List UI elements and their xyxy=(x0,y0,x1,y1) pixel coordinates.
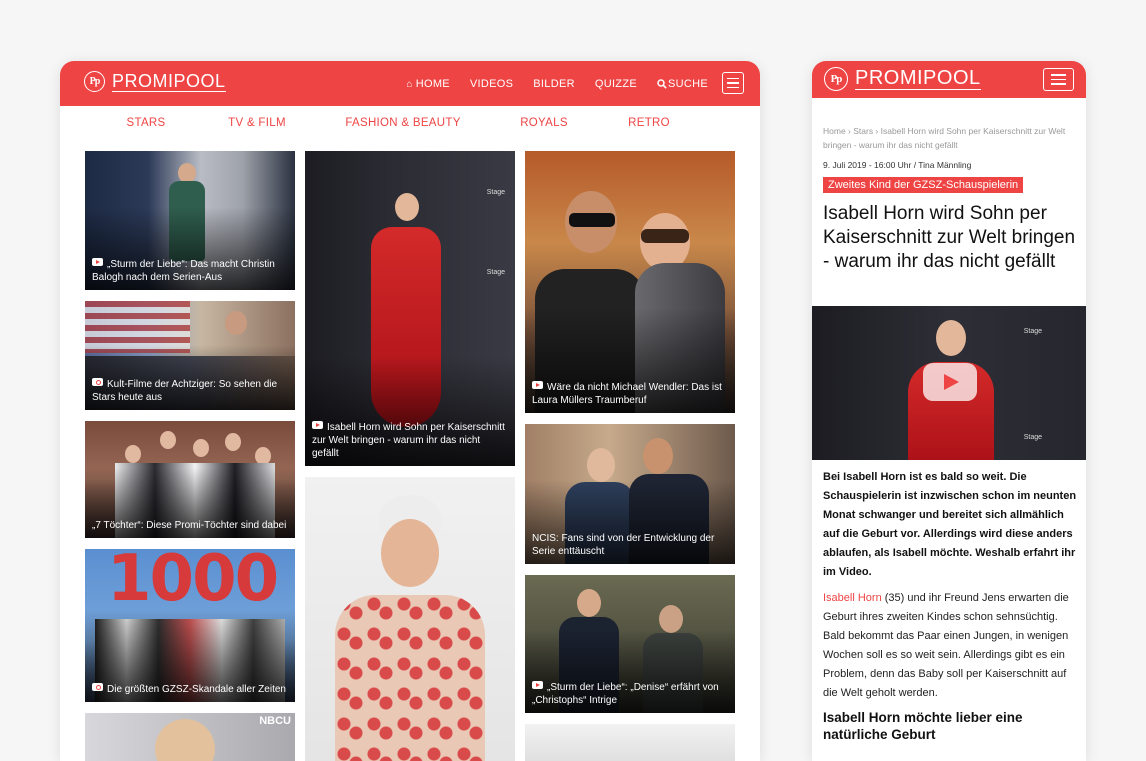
article-image xyxy=(305,477,515,761)
article-meta: 9. Juli 2019 - 16:00 Uhr / Tina Männling xyxy=(823,160,972,170)
stage-logo-text: Stage xyxy=(1023,434,1042,441)
desktop-preview: Pp PROMIPOOL ⌂ HOME VIDEOS BILDER QUIZZE … xyxy=(60,61,760,761)
article-image xyxy=(525,724,735,761)
article-body-text: (35) und ihr Freund Jens erwarten die Ge… xyxy=(823,592,1069,699)
thousand-graphic: 1000 xyxy=(107,549,279,616)
article-title: Kult-Filme der Achtziger: So sehen die S… xyxy=(92,379,278,403)
breadcrumb[interactable]: Home › Stars › Isabell Horn wird Sohn pe… xyxy=(823,124,1075,152)
category-retro[interactable]: RETRO xyxy=(628,117,670,129)
video-icon xyxy=(532,681,543,689)
article-card[interactable]: NCIS: Fans sind von der Entwicklung der … xyxy=(525,424,735,564)
article-card[interactable]: „Sturm der Liebe“: „Denise“ erfährt von … xyxy=(525,575,735,713)
category-nav: STARS TV & FILM FASHION & BEAUTY ROYALS … xyxy=(60,117,760,133)
article-caption: „Sturm der Liebe“: Das macht Christin Ba… xyxy=(92,258,289,284)
mobile-preview: Pp PROMIPOOL Home › Stars › Isabell Horn… xyxy=(812,61,1086,761)
camera-icon xyxy=(92,378,103,386)
article-title: Isabell Horn wird Sohn per Kaiserschnitt… xyxy=(312,422,505,459)
article-caption: Isabell Horn wird Sohn per Kaiserschnitt… xyxy=(312,421,509,460)
article-title: Die größten GZSZ-Skandale aller Zeiten xyxy=(107,684,286,695)
category-stars[interactable]: STARS xyxy=(127,117,166,129)
article-card[interactable]: 1000 Die größten GZSZ-Skandale aller Zei… xyxy=(85,549,295,702)
desktop-header: Pp PROMIPOOL ⌂ HOME VIDEOS BILDER QUIZZE … xyxy=(60,61,760,106)
article-card-featured[interactable]: Stage Stage Isabell Horn wird Sohn per K… xyxy=(305,151,515,466)
category-tv-film[interactable]: TV & FILM xyxy=(228,117,286,129)
logo-mark-icon: Pp xyxy=(824,67,848,91)
play-button-icon[interactable] xyxy=(923,363,977,401)
article-image: NBCU xyxy=(85,713,295,761)
nav-search[interactable]: SUCHE xyxy=(657,78,708,90)
home-icon: ⌂ xyxy=(406,78,413,90)
article-title: „Sturm der Liebe“: „Denise“ erfährt von … xyxy=(532,682,719,706)
nav-home-label: HOME xyxy=(415,78,450,90)
mobile-header: Pp PROMIPOOL xyxy=(812,61,1086,98)
nav-bilder[interactable]: BILDER xyxy=(533,78,575,90)
nbc-logo-text: NBCU xyxy=(259,715,291,727)
article-title: Wäre da nicht Michael Wendler: Das ist L… xyxy=(532,382,722,406)
logo-text: PROMIPOOL xyxy=(855,67,981,90)
logo-mark-icon: Pp xyxy=(84,71,105,92)
article-card[interactable] xyxy=(525,724,735,761)
camera-icon xyxy=(92,683,103,691)
article-caption: Wäre da nicht Michael Wendler: Das ist L… xyxy=(532,381,729,407)
site-logo[interactable]: Pp PROMIPOOL xyxy=(84,71,226,92)
article-caption: „7 Töchter“: Diese Promi-Töchter sind da… xyxy=(92,519,289,532)
article-caption: NCIS: Fans sind von der Entwicklung der … xyxy=(532,532,729,558)
video-player[interactable]: Stage Stage xyxy=(812,306,1086,460)
stage-logo-text: Stage xyxy=(486,189,505,196)
article-card[interactable]: „Sturm der Liebe“: Das macht Christin Ba… xyxy=(85,151,295,290)
article-card[interactable]: NBCU xyxy=(85,713,295,761)
article-card-featured[interactable] xyxy=(305,477,515,761)
nav-quizze[interactable]: QUIZZE xyxy=(595,78,637,90)
article-card[interactable]: Wäre da nicht Michael Wendler: Das ist L… xyxy=(525,151,735,413)
nav-videos[interactable]: VIDEOS xyxy=(470,78,513,90)
video-icon xyxy=(92,258,103,266)
article-title: „Sturm der Liebe“: Das macht Christin Ba… xyxy=(92,259,275,283)
article-body: Isabell Horn (35) und ihr Freund Jens er… xyxy=(823,589,1079,703)
stage-logo-text: Stage xyxy=(1023,328,1042,335)
article-title: NCIS: Fans sind von der Entwicklung der … xyxy=(532,533,715,557)
article-kicker: Zweites Kind der GZSZ-Schauspielerin xyxy=(823,177,1024,193)
menu-button[interactable] xyxy=(1043,68,1074,91)
article-card[interactable]: „7 Töchter“: Diese Promi-Töchter sind da… xyxy=(85,421,295,538)
article-caption: Die größten GZSZ-Skandale aller Zeiten xyxy=(92,683,289,696)
article-card[interactable]: Kult-Filme der Achtziger: So sehen die S… xyxy=(85,301,295,410)
stage-logo-text: Stage xyxy=(486,269,505,276)
logo-text: PROMIPOOL xyxy=(112,70,226,92)
article-subheading: Isabell Horn möchte lieber eine natürlic… xyxy=(823,710,1023,742)
menu-button[interactable] xyxy=(722,72,744,94)
category-fashion-beauty[interactable]: FASHION & BEAUTY xyxy=(345,117,460,129)
main-nav: ⌂ HOME VIDEOS BILDER QUIZZE SUCHE xyxy=(406,78,708,90)
site-logo[interactable]: Pp PROMIPOOL xyxy=(824,67,981,91)
article-caption: „Sturm der Liebe“: „Denise“ erfährt von … xyxy=(532,681,729,707)
video-icon xyxy=(312,421,323,429)
article-title: „7 Töchter“: Diese Promi-Töchter sind da… xyxy=(92,520,287,531)
search-icon xyxy=(657,79,667,89)
article-headline: Isabell Horn wird Sohn per Kaiserschnitt… xyxy=(823,203,1076,272)
category-royals[interactable]: ROYALS xyxy=(520,117,568,129)
video-icon xyxy=(532,381,543,389)
nav-home[interactable]: ⌂ HOME xyxy=(406,78,450,90)
article-caption: Kult-Filme der Achtziger: So sehen die S… xyxy=(92,378,289,404)
person-link[interactable]: Isabell Horn xyxy=(823,592,882,604)
nav-search-label: SUCHE xyxy=(667,78,708,90)
article-lead: Bei Isabell Horn ist es bald so weit. Di… xyxy=(823,471,1077,578)
